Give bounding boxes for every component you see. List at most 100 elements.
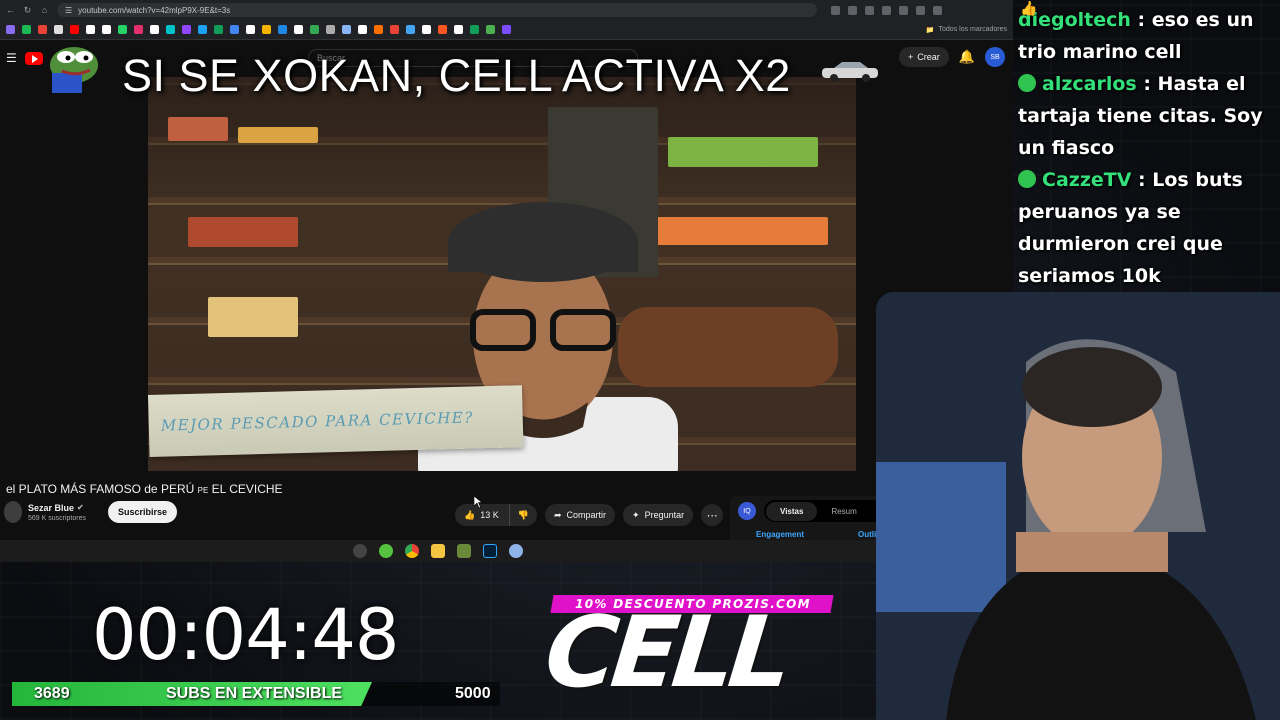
taskbar — [0, 540, 876, 562]
reload-icon[interactable]: ↻ — [23, 5, 32, 15]
share-icon: ➦ — [553, 509, 562, 520]
subs-goal: 5000 — [455, 685, 491, 702]
site-info-icon[interactable]: ☰ — [65, 6, 72, 15]
browser-extensions — [831, 5, 942, 15]
bookmark-icon[interactable] — [438, 25, 447, 34]
bookmark-icon[interactable] — [406, 25, 415, 34]
zoom-icon[interactable] — [831, 5, 840, 15]
bookmark-icon[interactable] — [198, 25, 207, 34]
channel-avatar[interactable] — [4, 501, 22, 523]
bookmark-icon[interactable] — [358, 25, 367, 34]
game-icon[interactable] — [457, 544, 471, 558]
menu-icon[interactable]: ☰ — [6, 51, 17, 65]
folder-icon[interactable] — [431, 544, 445, 558]
profile-icon[interactable] — [933, 5, 942, 15]
create-label: Crear — [917, 52, 940, 62]
chrome-icon[interactable] — [405, 544, 419, 558]
caption-banner: MEJOR PESCADO PARA CEVICHE? — [148, 385, 524, 457]
engagement-label: Engagement — [756, 530, 805, 539]
bookmark-icon[interactable] — [294, 25, 303, 34]
bookmark-star-icon[interactable] — [865, 5, 874, 15]
ask-label: Preguntar — [644, 510, 685, 520]
channel-name[interactable]: Sezar Blue ✔ — [28, 503, 86, 513]
bookmark-icon[interactable] — [214, 25, 223, 34]
bookmark-icon[interactable] — [374, 25, 383, 34]
title-end: EL CEVICHE — [208, 482, 283, 496]
bookmark-icon[interactable] — [86, 25, 95, 34]
extension-icon[interactable] — [882, 5, 891, 15]
browser-toolbar: ← ↻ ⌂ ☰ youtube.com/watch?v=42mlpP9X-9E&… — [0, 0, 1013, 20]
bookmark-icon[interactable] — [118, 25, 127, 34]
title-small: PE — [197, 486, 209, 495]
like-count: 13 K — [480, 510, 499, 520]
bookmark-icon[interactable] — [470, 25, 479, 34]
cast-icon[interactable] — [848, 5, 857, 15]
chat-message: CazzeTV : Los buts peruanos ya se durmie… — [1018, 164, 1276, 292]
bookmark-icon[interactable] — [486, 25, 495, 34]
address-bar[interactable]: ☰ youtube.com/watch?v=42mlpP9X-9E&t=3s — [57, 3, 817, 17]
video-player[interactable]: MEJOR PESCADO PARA CEVICHE? — [148, 77, 856, 471]
sponsor-logo: CELL — [540, 596, 792, 710]
youtube-logo-icon[interactable] — [24, 51, 43, 65]
bookmark-icon[interactable] — [390, 25, 399, 34]
subscribe-button[interactable]: Suscribirse — [107, 501, 178, 523]
app-icon[interactable] — [379, 544, 393, 558]
subs-label: SUBS EN EXTENSIBLE — [166, 685, 343, 702]
channel-info: Sezar Blue ✔ 569 K suscriptores — [28, 503, 86, 522]
bookmark-icon[interactable] — [310, 25, 319, 34]
dislike-button[interactable]: 👎 — [509, 504, 537, 526]
bookmark-icon[interactable] — [102, 25, 111, 34]
chat-badge-icon — [1018, 170, 1036, 188]
tab-summary[interactable]: Resum — [817, 507, 856, 516]
analytics-extension-panel: IQ Vistas Resum Engagement Outlie — [730, 496, 904, 542]
bookmark-icon[interactable] — [70, 25, 79, 34]
chat-username[interactable]: alzcarlos — [1042, 73, 1137, 95]
bookmark-icon[interactable] — [230, 25, 239, 34]
bookmark-icon[interactable] — [342, 25, 351, 34]
chat-panel: diegoltech : eso es un trio marino cell a… — [1014, 0, 1280, 292]
chat-username[interactable]: CazzeTV — [1042, 169, 1131, 191]
home-icon[interactable]: ⌂ — [40, 5, 49, 15]
shelf-item — [188, 217, 298, 247]
obs-icon[interactable] — [353, 544, 367, 558]
channel-row: Sezar Blue ✔ 569 K suscriptores Suscribi… — [4, 501, 178, 523]
back-icon[interactable]: ← — [6, 5, 15, 15]
bookmark-icon[interactable] — [422, 25, 431, 34]
bookmark-icon[interactable] — [326, 25, 335, 34]
tab-views[interactable]: Vistas — [766, 501, 818, 521]
subs-current: 3689 — [34, 685, 70, 702]
bookmark-icon[interactable] — [262, 25, 271, 34]
ask-button[interactable]: ✦ Preguntar — [623, 504, 694, 526]
puzzle-icon[interactable] — [916, 5, 925, 15]
bookmark-icon[interactable] — [54, 25, 63, 34]
title-main: el PLATO MÁS FAMOSO de PERÚ — [6, 482, 198, 496]
bookmark-icon[interactable] — [454, 25, 463, 34]
bookmark-icon[interactable] — [22, 25, 31, 34]
bookmark-icon[interactable] — [246, 25, 255, 34]
avatar[interactable]: SB — [985, 47, 1005, 67]
bookmark-icon[interactable] — [6, 25, 15, 34]
video-actions: 👍 13 K 👎 ➦ Compartir ✦ Preguntar ⋯ — [455, 504, 724, 526]
subscriber-count: 569 K suscriptores — [28, 514, 86, 522]
create-button[interactable]: + Crear — [899, 47, 949, 67]
bookmark-icon[interactable] — [150, 25, 159, 34]
all-bookmarks-link[interactable]: 📁 Todos los marcadores — [926, 26, 1007, 34]
all-bookmarks-label: Todos los marcadores — [938, 26, 1007, 33]
photoshop-icon[interactable] — [483, 544, 497, 558]
bookmark-icon[interactable] — [182, 25, 191, 34]
extension-logo-icon[interactable]: IQ — [738, 502, 756, 520]
bookmark-icon[interactable] — [134, 25, 143, 34]
bookmark-icon[interactable] — [166, 25, 175, 34]
chat-message: diegoltech : eso es un trio marino cell — [1018, 4, 1276, 68]
bookmark-icon[interactable] — [38, 25, 47, 34]
bookmark-icon[interactable] — [502, 25, 511, 34]
app-icon[interactable] — [509, 544, 523, 558]
like-button[interactable]: 👍 13 K — [455, 504, 510, 526]
more-options-button[interactable]: ⋯ — [701, 504, 724, 526]
extension-icon[interactable] — [899, 5, 908, 15]
bell-icon[interactable]: 🔔 — [959, 49, 975, 65]
bookmark-icon[interactable] — [278, 25, 287, 34]
share-button[interactable]: ➦ Compartir — [544, 504, 616, 526]
subs-goal-bar: 3689 SUBS EN EXTENSIBLE 5000 — [0, 682, 500, 706]
thumbs-up-icon: 👍 — [464, 509, 476, 520]
